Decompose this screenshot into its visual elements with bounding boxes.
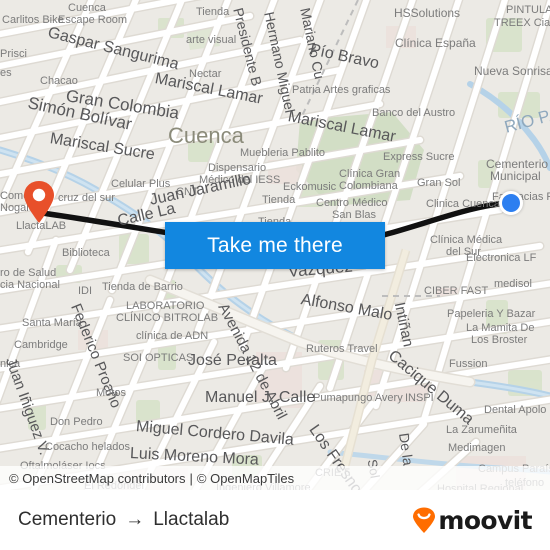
destination-dot-marker[interactable] (499, 191, 523, 215)
moovit-wordmark: moovit (438, 505, 532, 535)
moovit-pin-icon (413, 507, 436, 533)
route-destination-label: Llactalab (153, 509, 230, 530)
origin-pin-marker[interactable] (22, 180, 56, 224)
route-arrow-icon: → (125, 509, 145, 530)
osm-attribution-link[interactable]: © OpenStreetMap contributors (9, 471, 186, 486)
moovit-logo[interactable]: moovit (411, 505, 533, 535)
map-pin-icon (24, 181, 54, 223)
attribution-separator: | (189, 470, 193, 486)
map-attribution-bar: © OpenStreetMap contributors | © OpenMap… (0, 466, 550, 490)
moovit-map-page: Carlitos Bike Cuenca Escape Room Tienda HSSo… (0, 0, 550, 550)
openmaptiles-attribution-link[interactable]: © OpenMapTiles (197, 471, 294, 486)
route-origin-label: Cementerio (18, 509, 117, 530)
map-container[interactable]: Carlitos Bike Cuenca Escape Room Tienda HSSo… (0, 0, 550, 490)
route-summary: Cementerio → Llactalab (18, 509, 229, 531)
take-me-there-button[interactable]: Take me there (165, 222, 385, 269)
footer-bar: Cementerio → Llactalab moovit (0, 490, 550, 550)
